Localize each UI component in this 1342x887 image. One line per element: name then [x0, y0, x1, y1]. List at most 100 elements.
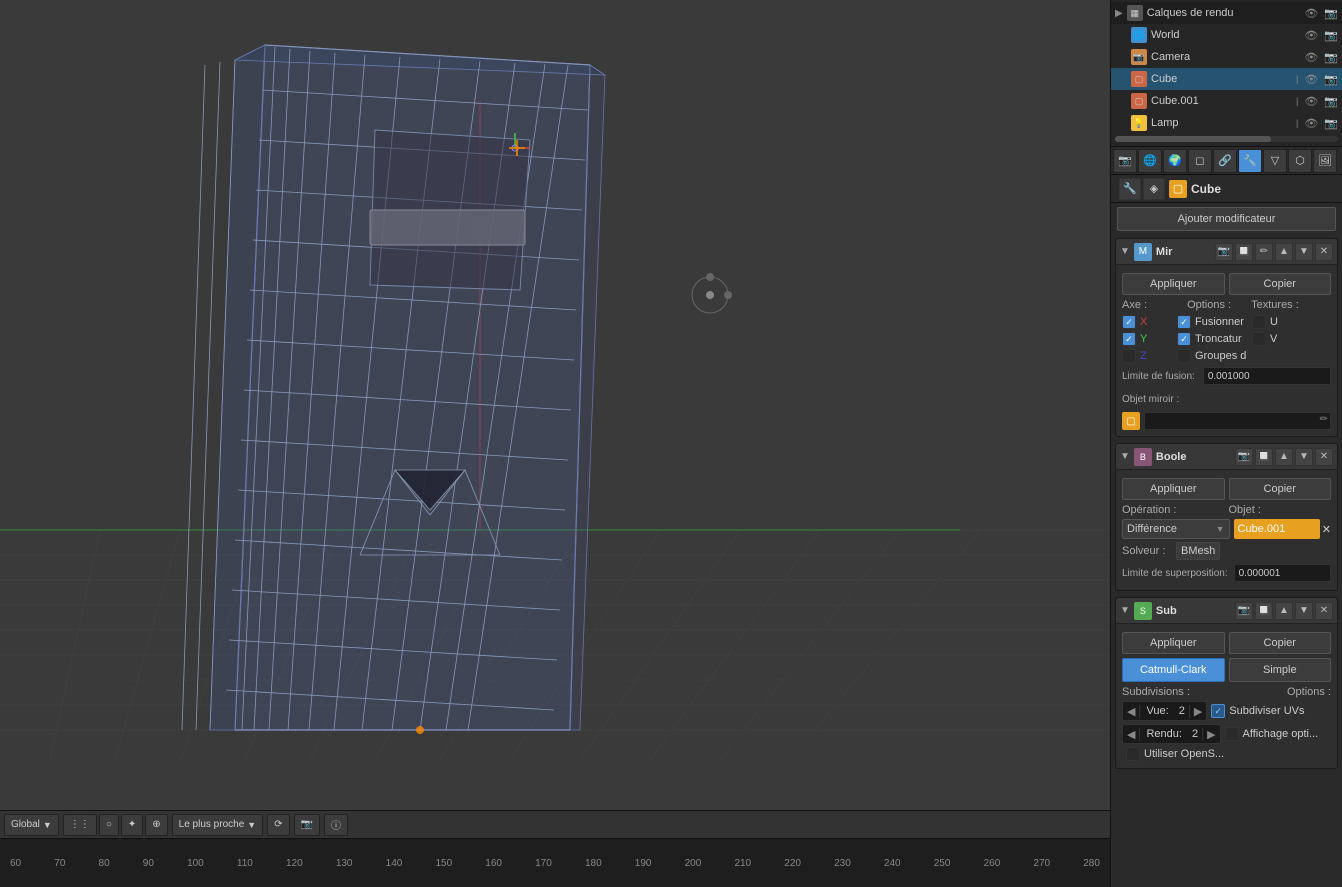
- troncatur-checkbox[interactable]: ✓: [1177, 332, 1191, 346]
- mirror-btn-render[interactable]: 🔲: [1235, 243, 1253, 261]
- timeline-num-230: 230: [834, 858, 851, 869]
- texture-v-checkbox[interactable]: [1252, 332, 1266, 346]
- add-modifier-button[interactable]: Ajouter modificateur: [1117, 207, 1336, 231]
- subdivision-btn-down[interactable]: ▼: [1295, 602, 1313, 620]
- objet-cube001-field[interactable]: Cube.001: [1234, 519, 1320, 539]
- objet-clear-btn[interactable]: ✕: [1322, 523, 1331, 536]
- outliner-item-world[interactable]: 🌐 World 👁 📷: [1111, 24, 1342, 46]
- boolean-btn-2[interactable]: 🔲: [1255, 448, 1273, 466]
- outliner-item-lamp[interactable]: 💡 Lamp | 👁 📷: [1111, 112, 1342, 134]
- outliner-item-camera[interactable]: 📷 Camera 👁 📷: [1111, 46, 1342, 68]
- vis-icon-1[interactable]: 👁: [1304, 7, 1318, 20]
- vue-arrow-right[interactable]: ▶: [1189, 705, 1206, 718]
- vue-field[interactable]: ◀ Vue: 2 ▶: [1122, 701, 1207, 721]
- catmull-clark-btn[interactable]: Catmull-Clark: [1122, 658, 1225, 682]
- btn-render[interactable]: ⟳: [267, 814, 289, 836]
- render-icon-world[interactable]: 📷: [1324, 29, 1338, 42]
- axis-x-checkbox[interactable]: ✓: [1122, 315, 1136, 329]
- vis-icon-camera[interactable]: 👁: [1304, 51, 1318, 64]
- boolean-actions: 📷 🔲 ▲ ▼ ✕: [1235, 448, 1333, 466]
- btn-view[interactable]: ⋮⋮: [63, 814, 97, 836]
- render-icon-lamp[interactable]: 📷: [1324, 117, 1338, 130]
- subdivision-toggle[interactable]: ▼: [1120, 605, 1130, 616]
- subdivision-btn-delete[interactable]: ✕: [1315, 602, 1333, 620]
- subdiviser-uvs-checkbox[interactable]: ✓: [1211, 704, 1225, 718]
- viewport[interactable]: Global ▼ ⋮⋮ ○ ✦ ⊕ Le plus proche ▼ ⟳ 📷 ⓘ…: [0, 0, 1110, 887]
- simple-btn[interactable]: Simple: [1229, 658, 1332, 682]
- 3d-viewport[interactable]: [0, 0, 1110, 810]
- subdivision-copy-label: Copier: [1264, 637, 1296, 649]
- limite-fusion-field[interactable]: 0.001000: [1203, 367, 1331, 385]
- limite-superposition-field[interactable]: 0.000001: [1234, 564, 1331, 582]
- tab-render[interactable]: 📷: [1113, 149, 1137, 173]
- outliner-item-cube[interactable]: ▢ Cube | 👁 📷: [1111, 68, 1342, 90]
- fusionner-checkbox[interactable]: ✓: [1177, 315, 1191, 329]
- subdivision-btn-up[interactable]: ▲: [1275, 602, 1293, 620]
- mirror-btn-camera[interactable]: 📷: [1215, 243, 1233, 261]
- render-icon-cube[interactable]: 📷: [1324, 73, 1338, 86]
- render-icon-camera[interactable]: 📷: [1324, 51, 1338, 64]
- solveur-label: Solveur :: [1122, 545, 1172, 557]
- texture-u-checkbox[interactable]: [1252, 315, 1266, 329]
- subdivision-copy-btn[interactable]: Copier: [1229, 632, 1332, 654]
- outliner-item-calques[interactable]: ▶ ▦ Calques de rendu 👁 📷: [1111, 2, 1342, 24]
- boolean-btn-down[interactable]: ▼: [1295, 448, 1313, 466]
- tab-scene[interactable]: 🌐: [1138, 149, 1162, 173]
- axis-z-checkbox[interactable]: [1122, 349, 1136, 363]
- options-column: ✓ Fusionner ✓ Troncatur Groupes d: [1177, 315, 1252, 363]
- rendu-arrow-left[interactable]: ◀: [1123, 728, 1140, 741]
- tab-world[interactable]: 🌍: [1163, 149, 1187, 173]
- outliner-scrollbar[interactable]: [1115, 136, 1338, 142]
- axis-y-checkbox[interactable]: ✓: [1122, 332, 1136, 346]
- btn-snap[interactable]: ✦: [121, 814, 143, 836]
- btn-camera[interactable]: 📷: [294, 814, 320, 836]
- mirror-btn-up[interactable]: ▲: [1275, 243, 1293, 261]
- tab-constraints[interactable]: 🔗: [1213, 149, 1237, 173]
- rendu-arrow-right[interactable]: ▶: [1202, 728, 1219, 741]
- boolean-toggle[interactable]: ▼: [1120, 451, 1130, 462]
- utiliser-opens-checkbox[interactable]: [1126, 747, 1140, 761]
- boolean-btn-up[interactable]: ▲: [1275, 448, 1293, 466]
- render-icon-cube001[interactable]: 📷: [1324, 95, 1338, 108]
- mirror-copy-btn[interactable]: Copier: [1229, 273, 1332, 295]
- boolean-copy-btn[interactable]: Copier: [1229, 478, 1332, 500]
- vis-icon-world[interactable]: 👁: [1304, 29, 1318, 42]
- affichage-opti-checkbox[interactable]: [1225, 727, 1239, 741]
- snap-select[interactable]: Le plus proche ▼: [172, 814, 264, 836]
- header-icon-1[interactable]: 🔧: [1119, 178, 1141, 200]
- tab-object[interactable]: ◻: [1188, 149, 1212, 173]
- textures-column: U V: [1252, 315, 1278, 363]
- subdivision-apply-btn[interactable]: Appliquer: [1122, 632, 1225, 654]
- objet-miroir-input[interactable]: ✏: [1144, 412, 1331, 430]
- mirror-apply-btn[interactable]: Appliquer: [1122, 273, 1225, 295]
- tab-texture[interactable]: 🖼: [1313, 149, 1337, 173]
- outliner-item-cube001[interactable]: ▢ Cube.001 | 👁 📷: [1111, 90, 1342, 112]
- tab-data[interactable]: ▽: [1263, 149, 1287, 173]
- vis-icon-cube001[interactable]: 👁: [1304, 95, 1318, 108]
- vis-icon-lamp[interactable]: 👁: [1304, 117, 1318, 130]
- btn-axis[interactable]: ⊕: [145, 814, 167, 836]
- subdivision-btn-1[interactable]: 📷: [1235, 602, 1253, 620]
- operation-dropdown[interactable]: Différence ▼: [1122, 519, 1230, 539]
- objet-field-container: Cube.001 ✕: [1234, 519, 1332, 539]
- mode-select[interactable]: Global ▼: [4, 814, 59, 836]
- render-icon-1[interactable]: 📷: [1324, 7, 1338, 20]
- mirror-btn-delete[interactable]: ✕: [1315, 243, 1333, 261]
- vis-icon-cube[interactable]: 👁: [1304, 73, 1318, 86]
- mirror-toggle[interactable]: ▼: [1120, 246, 1130, 257]
- boolean-btn-delete[interactable]: ✕: [1315, 448, 1333, 466]
- mirror-copy-label: Copier: [1264, 278, 1296, 290]
- groupes-checkbox[interactable]: [1177, 349, 1191, 363]
- boolean-apply-btn[interactable]: Appliquer: [1122, 478, 1225, 500]
- mirror-btn-edit[interactable]: ✏: [1255, 243, 1273, 261]
- boolean-btn-1[interactable]: 📷: [1235, 448, 1253, 466]
- tab-material[interactable]: ⬡: [1288, 149, 1312, 173]
- subdivision-btn-2[interactable]: 🔲: [1255, 602, 1273, 620]
- rendu-field[interactable]: ◀ Rendu: 2 ▶: [1122, 724, 1221, 744]
- header-icon-2[interactable]: ◈: [1143, 178, 1165, 200]
- btn-info[interactable]: ⓘ: [324, 814, 348, 836]
- mirror-btn-down[interactable]: ▼: [1295, 243, 1313, 261]
- vue-arrow-left[interactable]: ◀: [1123, 705, 1140, 718]
- btn-circle[interactable]: ○: [99, 814, 119, 836]
- tab-modifiers[interactable]: 🔧: [1238, 149, 1262, 173]
